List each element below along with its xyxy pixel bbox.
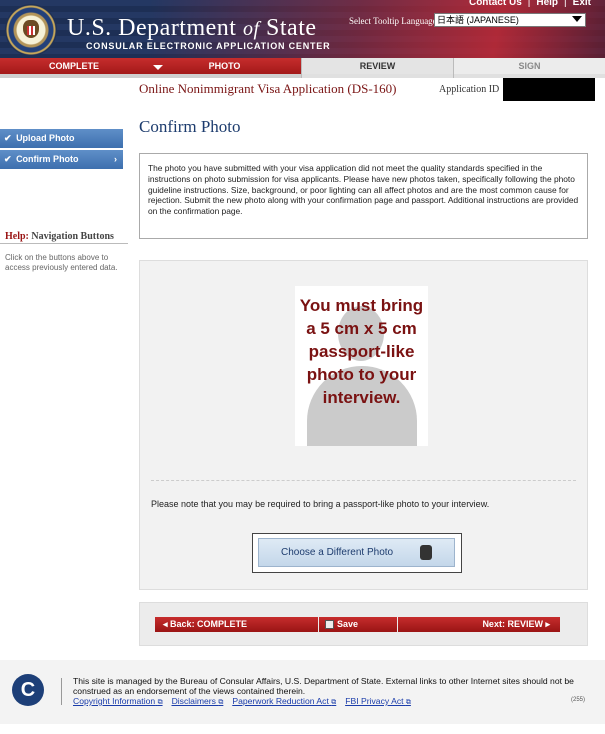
sidebar-item-confirm-photo[interactable]: ✔ Confirm Photo › [0,150,123,169]
site-title: U.S. Department of State [67,15,317,42]
sidebar-item-label: Confirm Photo [16,154,79,164]
choose-different-photo-button[interactable]: Choose a Different Photo [258,538,455,567]
copyright-link-label: Copyright Information [73,696,156,706]
paperwork-reduction-link[interactable]: Paperwork Reduction Act ⧉ [232,696,336,707]
next-button[interactable]: Next: REVIEW ▸ [398,617,560,632]
tooltip-language-label: Select Tooltip Language [349,16,437,26]
back-button[interactable]: ◂ Back: COMPLETE [155,617,318,632]
photo-rejection-notice: The photo you have submitted with your v… [139,153,588,239]
site-title-state: State [266,15,317,41]
tab-photo-label: PHOTO [208,61,241,71]
choose-button-label: Choose a Different Photo [281,547,394,558]
application-title: Online Nonimmigrant Visa Application (DS… [139,81,397,96]
footer-links: Copyright Information ⧉ Disclaimers ⧉ Pa… [73,696,411,707]
fbi-privacy-link-label: FBI Privacy Act [345,696,404,706]
exit-link[interactable]: Exit [573,0,591,8]
active-tab-arrow-icon [153,65,163,70]
external-link-icon: ⧉ [157,699,163,706]
tab-complete-label: COMPLETE [48,61,99,71]
language-select[interactable]: 日本語 (JAPANESE) [434,13,586,27]
external-link-icon: ⧉ [405,699,411,706]
language-select-value: 日本語 (JAPANESE) [437,15,519,25]
tab-review[interactable]: REVIEW [301,58,453,78]
site-title-of: of [242,18,260,40]
site-subtitle: CONSULAR ELECTRONIC APPLICATION CENTER [86,41,331,51]
save-icon [325,620,334,629]
sidebar-item-label: Upload Photo [16,133,75,143]
tab-underline [148,74,301,78]
next-button-label: Next: REVIEW [482,619,543,629]
tab-complete[interactable]: COMPLETE [0,58,148,78]
chevron-right-icon: › [114,154,117,164]
tab-photo[interactable]: PHOTO [148,58,301,78]
site-title-main: U.S. Department [67,15,237,41]
divider [0,243,128,244]
checkmark-icon: ✔ [4,154,12,164]
photo-message: You must bring a 5 cm x 5 cm passport-li… [299,296,424,407]
tab-underline [0,74,148,78]
shield-icon [27,26,35,35]
application-id-label: Application ID [439,84,500,95]
help-link[interactable]: Help [536,0,558,8]
top-links: Contact Us | Help | Exit [469,0,591,8]
external-link-icon: ⧉ [218,699,224,706]
fbi-privacy-link[interactable]: FBI Privacy Act ⧉ [345,696,411,707]
photo-note: Please note that you may be required to … [151,499,490,509]
paperwork-link-label: Paperwork Reduction Act [232,696,329,706]
disclaimers-link[interactable]: Disclaimers ⧉ [172,696,224,707]
divider [61,678,62,705]
application-id-redacted [503,78,595,101]
help-title: Help: Navigation Buttons [5,231,114,242]
sidebar-item-upload-photo[interactable]: ✔ Upload Photo [0,129,123,148]
help-prefix: Help: [5,231,29,242]
progress-tabs: COMPLETE PHOTO REVIEW SIGN [0,58,605,78]
tab-underline [302,74,453,78]
tab-review-label: REVIEW [359,61,396,71]
chevron-down-icon [572,16,582,22]
external-link-icon: ⧉ [331,699,337,706]
person-icon [420,545,432,560]
footer-text: This site is managed by the Bureau of Co… [73,676,574,696]
back-button-label: Back: COMPLETE [170,619,248,629]
contact-us-link[interactable]: Contact Us [469,0,522,8]
site-header: U.S. Department of State CONSULAR ELECTR… [0,0,605,59]
help-text: Click on the buttons above to access pre… [5,253,118,272]
link-separator: | [564,0,567,8]
help-heading: Navigation Buttons [31,231,114,242]
save-button[interactable]: Save [319,617,397,632]
page-title: Confirm Photo [139,117,241,136]
chevron-right-icon: ▸ [545,619,550,629]
copyright-link[interactable]: Copyright Information ⧉ [73,696,163,707]
page-code: (255) [571,697,586,703]
department-seal-icon [5,4,57,56]
tab-sign-label: SIGN [518,61,541,71]
link-separator: | [527,0,531,8]
tab-sign: SIGN [453,58,605,78]
checkmark-icon: ✔ [4,133,12,143]
consular-affairs-logo-icon: C [12,674,44,706]
site-footer: C This site is managed by the Bureau of … [0,660,605,724]
divider [151,480,576,481]
save-button-label: Save [337,619,359,629]
disclaimers-link-label: Disclaimers [171,696,216,706]
chevron-left-icon: ◂ [163,619,168,629]
